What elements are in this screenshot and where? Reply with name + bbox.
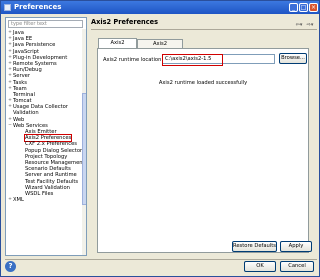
tree-item[interactable]: + XML — [7, 197, 82, 203]
tree-item-label: XML — [13, 197, 24, 204]
scrollbar-thumb[interactable] — [82, 93, 86, 205]
tab-axis2-preferences[interactable]: Axis2 Preferences — [137, 39, 183, 56]
restore-defaults-button[interactable]: Restore Defaults — [232, 241, 277, 252]
preference-page: Axis2 Preferences ⇦▾⇨▾ Axis2 Runtime Axi… — [91, 17, 317, 256]
preferences-window: Preferences _ □ × type filter text + Java… — [0, 0, 320, 277]
forward-arrow-icon[interactable]: ⇨▾ — [305, 22, 315, 29]
ok-button[interactable]: OK — [244, 261, 276, 272]
highlight-box — [162, 54, 223, 66]
tab-axis2-runtime[interactable]: Axis2 Runtime — [98, 38, 137, 55]
minimize-button[interactable]: _ — [289, 3, 298, 12]
maximize-button[interactable]: □ — [299, 3, 308, 12]
apply-button[interactable]: Apply — [280, 241, 312, 252]
preferences-tree: + Java + Java EE + Java Persistence + JavaScrip… — [7, 30, 82, 203]
close-button[interactable]: × — [309, 3, 318, 12]
runtime-location-label: Axis2 runtime location: — [103, 57, 164, 63]
tree-scrollbar[interactable] — [82, 29, 86, 255]
page-title-text: Axis2 Preferences — [91, 18, 159, 26]
window-title: Preferences — [14, 3, 62, 11]
title-bar[interactable]: Preferences _ □ × — [1, 1, 319, 14]
preferences-tree-panel: type filter text + Java + Java EE + Java Pers… — [5, 17, 87, 256]
browse-button[interactable]: Browse... — [279, 53, 307, 64]
tab-panel: Axis2 runtime location: C:\axis2\axis2-1… — [97, 48, 309, 253]
runtime-location-input[interactable]: C:\axis2\axis2-1.5 — [162, 54, 275, 66]
help-icon[interactable]: ? — [5, 261, 16, 272]
status-message: Axis2 runtime loaded successfully — [158, 80, 248, 86]
preferences-icon — [4, 4, 11, 11]
expand-icon[interactable]: + — [8, 197, 12, 203]
page-title: Axis2 Preferences ⇦▾ ⇨▾ — [91, 17, 317, 28]
header-separator — [91, 29, 317, 30]
bottom-separator — [5, 259, 317, 260]
back-arrow-icon[interactable]: ⇦▾ — [294, 22, 304, 29]
cancel-button[interactable]: Cancel — [280, 261, 314, 272]
filter-input[interactable]: type filter text — [8, 20, 83, 28]
